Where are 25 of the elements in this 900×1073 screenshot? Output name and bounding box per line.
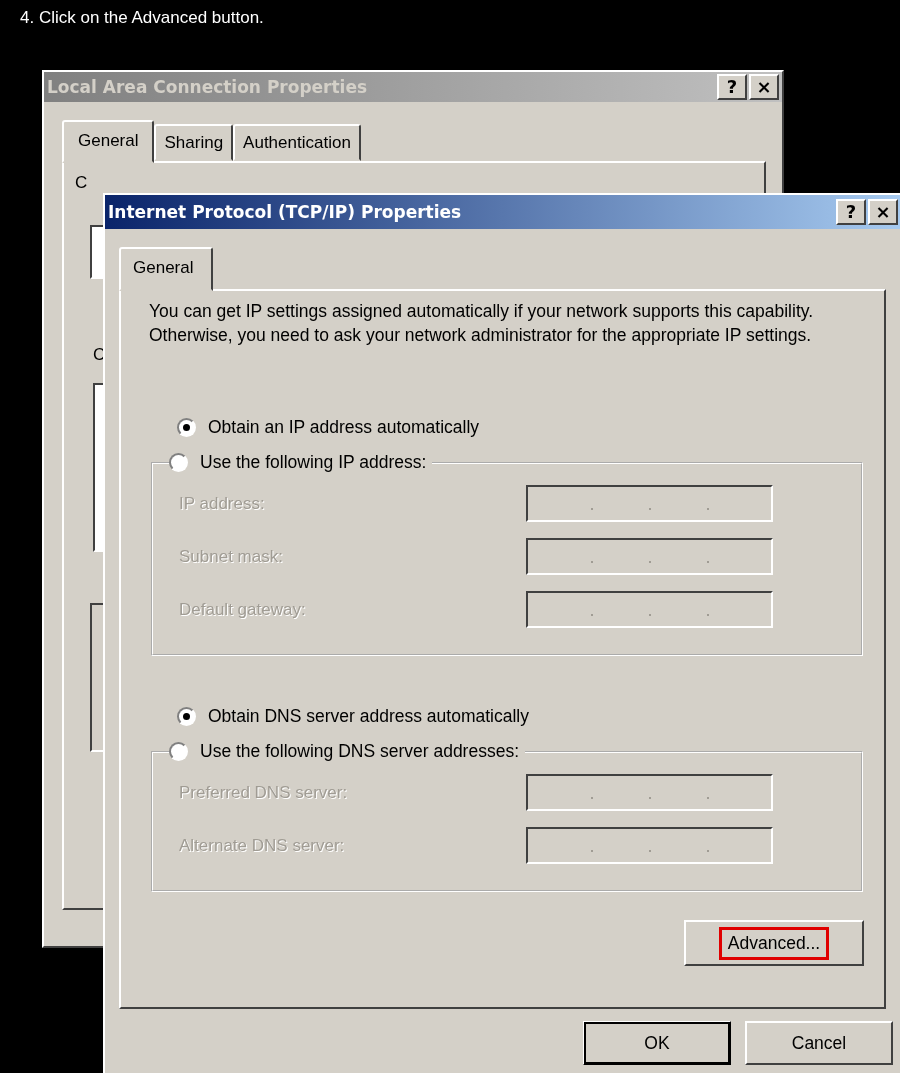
window-title: Local Area Connection Properties [47, 77, 368, 97]
tab[interactable]: General [62, 120, 155, 163]
instruction-text: 4. Click on the Advanced button. [20, 8, 264, 28]
description-text: You can get IP settings assigned automatically if your network supports this capability. Otherwise, you need to ask your network administrator for the appropriate IP settings. [149, 300, 815, 347]
radio-label[interactable]: Use the following DNS server addresses: [200, 741, 520, 762]
radio-button[interactable] [177, 707, 196, 726]
help-button[interactable]: ? [717, 74, 747, 100]
radio-button[interactable] [169, 742, 188, 761]
radio-label[interactable]: Obtain DNS server address automatically [208, 706, 529, 727]
tab[interactable]: Sharing [154, 124, 234, 161]
dialog-button[interactable]: OK [583, 1021, 731, 1065]
radio-button[interactable] [169, 453, 188, 472]
advanced-button[interactable]: Advanced... [684, 920, 864, 966]
close-button[interactable]: × [868, 199, 898, 225]
close-button[interactable]: × [749, 74, 779, 100]
highlight-frame: Advanced... [718, 926, 830, 960]
radio-button[interactable] [177, 418, 196, 437]
radio-label[interactable]: Obtain an IP address automatically [208, 417, 480, 438]
radio-label[interactable]: Use the following IP address: [200, 452, 427, 473]
help-button[interactable]: ? [836, 199, 866, 225]
tab[interactable]: General [119, 247, 214, 291]
dialog-button[interactable]: Cancel [745, 1021, 893, 1065]
label-fragment: C [75, 173, 88, 193]
tab[interactable]: Authentication [233, 124, 361, 161]
window-title: Internet Protocol (TCP/IP) Properties [108, 202, 462, 222]
